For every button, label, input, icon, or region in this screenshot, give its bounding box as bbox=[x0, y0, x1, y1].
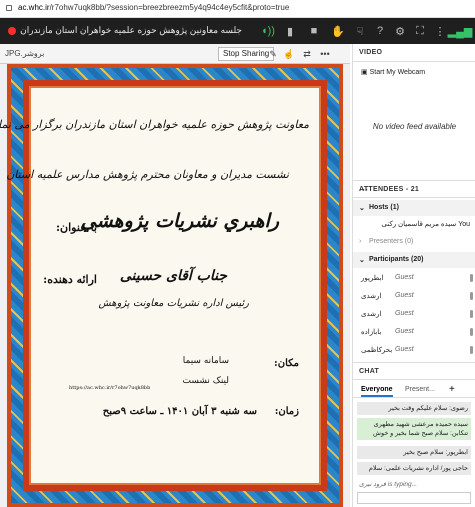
poster-line-2: نشست مدیران و معاونان محترم پژوهش مدارس … bbox=[6, 168, 289, 181]
chat-message: سیده حمیده مرعشی شهید مطهری تنکابن: سلام… bbox=[357, 418, 471, 440]
more-icon[interactable]: ⋮ bbox=[432, 23, 448, 39]
audio-icon[interactable]: ◖)) bbox=[260, 23, 276, 39]
chevron-down-icon: ⌄ bbox=[359, 205, 365, 212]
hosts-label: Hosts (1) bbox=[369, 204, 399, 211]
poster-time-value: سه شنبه ۳ آبان ۱۴۰۱ ـ ساعت ۹صبح bbox=[102, 406, 257, 417]
poster-place-value: سامانه سیما bbox=[182, 356, 229, 366]
participant-role: Guest bbox=[395, 274, 414, 281]
settings-icon[interactable]: ⚙ bbox=[392, 23, 408, 39]
participant-row[interactable]: ارشدی Guest bbox=[353, 288, 475, 304]
hand-down-icon[interactable]: ☟ bbox=[352, 23, 368, 39]
tab-presenters[interactable]: Present... bbox=[405, 386, 435, 393]
chat-input[interactable] bbox=[357, 492, 471, 504]
start-webcam-button[interactable]: ▣ Start My Webcam bbox=[361, 68, 425, 76]
participant-name: بحرکاظمی bbox=[361, 347, 393, 354]
pod-more-icon[interactable]: ••• bbox=[318, 47, 332, 61]
attendees-menu-icon[interactable]: ⋯ bbox=[359, 184, 470, 195]
participant-name: ارشدی bbox=[361, 311, 382, 318]
url-text[interactable]: ac.whc.ir/r7ohw7uqk8bb/?session=breezbre… bbox=[18, 3, 289, 12]
add-tab-icon[interactable]: + bbox=[449, 384, 455, 395]
fullscreen-icon[interactable]: ⛶ bbox=[412, 23, 428, 39]
browser-url-bar[interactable]: ac.whc.ir/r7ohw7uqk8bb/?session=breezbre… bbox=[0, 0, 475, 18]
webcam-label: Start My Webcam bbox=[369, 69, 426, 76]
mic-icon bbox=[470, 292, 473, 300]
poster-presenter: جناب آقای حسینی bbox=[119, 268, 227, 284]
no-video-message: No video feed available bbox=[372, 122, 457, 131]
chat-message: حاجی پور/ اداره نشریات علمی: سلام bbox=[357, 462, 471, 475]
pencil-icon[interactable]: ✎ bbox=[266, 47, 280, 61]
participant-role: Guest bbox=[395, 292, 414, 299]
participants-group[interactable]: ⌄ Participants (20) bbox=[353, 252, 475, 268]
host-name: You سیده مریم قاسمیان رکنی bbox=[381, 221, 470, 228]
help-icon[interactable]: ? bbox=[372, 23, 388, 39]
signal-icon: ▂▄▆ bbox=[447, 25, 473, 38]
poster-place-label: مکان: bbox=[274, 358, 299, 369]
chat-message: ابطرپور: سلام صبح بخیر bbox=[357, 446, 471, 459]
tab-everyone[interactable]: Everyone bbox=[361, 386, 393, 397]
pointer-icon[interactable]: ☝ bbox=[282, 47, 296, 61]
meeting-title: جلسه معاونین پژوهش حوزه علمیه خواهران اس… bbox=[20, 25, 242, 35]
participants-label: Participants (20) bbox=[369, 256, 424, 263]
share-pod-header: JPG.بروشر Stop Sharing ✎ ☝ ⇄ ••• bbox=[0, 44, 350, 64]
chevron-down-icon: ⌄ bbox=[359, 257, 365, 264]
presenters-label: Presenters (0) bbox=[369, 238, 414, 245]
raise-hand-icon[interactable]: ✋ bbox=[330, 23, 346, 39]
host-row[interactable]: You سیده مریم قاسمیان رکنی bbox=[353, 216, 475, 232]
video-header-label: VIDEO bbox=[359, 49, 383, 56]
chevron-right-icon: › bbox=[359, 238, 362, 245]
presenters-group[interactable]: › Presenters (0) bbox=[353, 234, 475, 250]
shared-file-name: JPG.بروشر bbox=[5, 49, 45, 58]
recording-icon bbox=[8, 27, 16, 35]
chat-tabs: Everyone Present... + bbox=[353, 382, 475, 398]
shared-poster-image: معاونت پژوهش حوزه علمیه خواهران استان ما… bbox=[0, 64, 343, 507]
participant-role: Guest bbox=[395, 328, 414, 335]
right-panel: VIDEO ▣ Start My Webcam No video feed av… bbox=[352, 44, 475, 507]
mic-icon bbox=[470, 346, 473, 354]
lock-icon bbox=[6, 5, 12, 11]
participant-row[interactable]: بحرکاظمی Guest bbox=[353, 342, 475, 358]
participant-name: ابطرپور bbox=[361, 275, 384, 282]
chat-message: رضوی: سلام علیکم وقت بخیر bbox=[357, 402, 471, 415]
webcam-icon: ▣ bbox=[361, 69, 368, 76]
poster-title: راهبري نشريات پژوهشي bbox=[80, 210, 279, 232]
poster-time-label: زمان: bbox=[274, 406, 299, 417]
mic-icon bbox=[470, 274, 473, 282]
share-stage: معاونت پژوهش حوزه علمیه خواهران استان ما… bbox=[0, 64, 350, 507]
poster-link-url: https://ac.whc.ir/r7ohw7uqk8bb bbox=[69, 385, 151, 391]
poster-presenter-label: ارائه دهنده: bbox=[43, 273, 97, 286]
sync-icon[interactable]: ⇄ bbox=[300, 47, 314, 61]
video-pod-header: VIDEO bbox=[353, 44, 475, 62]
poster-paper: معاونت پژوهش حوزه علمیه خواهران استان ما… bbox=[0, 86, 321, 485]
participant-row[interactable]: ارشدی Guest bbox=[353, 306, 475, 322]
meeting-top-bar: جلسه معاونین پژوهش حوزه علمیه خواهران اس… bbox=[0, 18, 475, 44]
mic-icon[interactable]: ▮ bbox=[282, 23, 298, 39]
poster-presenter-role: رئیس اداره نشریات معاونت پژوهش bbox=[98, 298, 249, 309]
poster-line-1: معاونت پژوهش حوزه علمیه خواهران استان ما… bbox=[0, 118, 309, 131]
chat-header-label: CHAT bbox=[359, 368, 380, 375]
participant-row[interactable]: بابازاده Guest bbox=[353, 324, 475, 340]
participant-role: Guest bbox=[395, 346, 414, 353]
mic-icon bbox=[470, 328, 473, 336]
hosts-group[interactable]: ⌄ Hosts (1) bbox=[353, 200, 475, 216]
participant-role: Guest bbox=[395, 310, 414, 317]
participant-name: بابازاده bbox=[361, 329, 382, 336]
participant-name: ارشدی bbox=[361, 293, 382, 300]
chat-pod-header: CHAT bbox=[353, 362, 475, 380]
poster-link-label: لینک نشست bbox=[182, 376, 230, 386]
mic-icon bbox=[470, 310, 473, 318]
typing-indicator: فرود نیری is typing... bbox=[359, 481, 418, 488]
attendees-pod-header: ATTENDEES - 21 ⋯ bbox=[353, 180, 475, 198]
participant-row[interactable]: ابطرپور Guest bbox=[353, 270, 475, 286]
camera-icon[interactable]: ■ bbox=[306, 23, 322, 39]
